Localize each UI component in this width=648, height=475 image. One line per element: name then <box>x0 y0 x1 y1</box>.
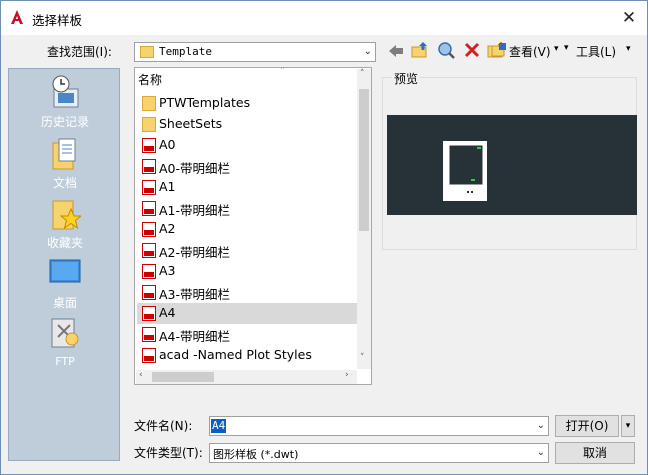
view-menu[interactable]: 查看(V) <box>509 43 551 60</box>
filename-input[interactable]: A4 <box>211 419 227 433</box>
file-name: A4-带明细栏 <box>159 329 231 344</box>
dwt-file-icon <box>142 348 156 363</box>
list-item[interactable]: A3-带明细栏 <box>137 282 357 303</box>
dwt-file-icon <box>142 243 156 258</box>
chevron-down-icon[interactable]: ⌄ <box>537 447 545 458</box>
dwt-file-icon <box>142 222 156 237</box>
filetype-combo[interactable]: 图形样板 (*.dwt) ⌄ <box>209 443 549 463</box>
file-name: A0 <box>159 137 176 152</box>
history-icon <box>52 75 79 108</box>
folder-icon <box>142 117 156 132</box>
search-web-icon[interactable] <box>437 41 455 59</box>
list-item[interactable]: A1-带明细栏 <box>137 198 357 219</box>
place-label: 文档 <box>52 176 77 190</box>
documents-icon <box>52 138 76 170</box>
file-name: A3 <box>159 263 176 278</box>
list-item[interactable]: acad -Named Plot Styles <box>137 345 357 366</box>
up-folder-icon[interactable] <box>411 41 429 59</box>
dwt-file-icon <box>142 306 156 321</box>
dwt-file-icon <box>142 264 156 279</box>
open-options-button[interactable]: ▾ <box>621 415 635 437</box>
view-menu-icon[interactable] <box>491 42 507 58</box>
place-label: 收藏夹 <box>46 236 83 250</box>
file-name: A2-带明细栏 <box>159 245 231 260</box>
folder-icon <box>140 46 154 58</box>
chevron-down-icon: ⌄ <box>363 46 372 57</box>
open-button[interactable]: 打开(O) <box>555 415 619 437</box>
autocad-logo-icon <box>11 10 23 24</box>
file-name: A1 <box>159 179 176 194</box>
dwt-file-icon <box>142 180 156 195</box>
tools-more-arrow-icon[interactable]: ▾ <box>626 44 631 54</box>
window-title: 选择样板 <box>32 13 83 28</box>
list-item[interactable]: A2 <box>137 219 357 240</box>
dwt-file-icon <box>142 138 156 153</box>
filename-combo[interactable]: A4 ⌄ <box>209 416 549 436</box>
view-dropdown-arrow-icon[interactable]: ▾ <box>554 44 559 54</box>
folder-icon <box>142 96 156 111</box>
template-thumbnail <box>443 141 487 201</box>
list-item[interactable]: A1 <box>137 177 357 198</box>
vertical-scroll-thumb[interactable] <box>359 89 369 231</box>
filename-label: 文件名(N): <box>134 419 193 433</box>
list-item[interactable]: A3 <box>137 261 357 282</box>
back-arrow-icon[interactable] <box>387 42 405 60</box>
list-item[interactable]: SheetSets <box>137 114 357 135</box>
filetype-label: 文件类型(T): <box>134 446 203 460</box>
title-bar: 选择样板 ✕ <box>1 1 647 35</box>
tools-dropdown-arrow-icon[interactable]: ▾ <box>564 43 569 53</box>
file-list[interactable]: 名称 ˄ PTWTemplates SheetSets A0 A0-带明细栏 A… <box>134 67 372 385</box>
sort-up-icon: ˄ <box>280 67 285 77</box>
lookin-combo[interactable]: Template ⌄ <box>134 42 376 62</box>
place-label: 历史记录 <box>40 115 89 129</box>
desktop-icon <box>49 259 81 283</box>
horizontal-scrollbar[interactable]: ‹ › <box>136 370 357 384</box>
preview-image <box>387 115 637 215</box>
vertical-scrollbar[interactable]: ˄ ˅ <box>357 69 371 369</box>
file-name: A3-带明细栏 <box>159 287 231 302</box>
favorites-icon <box>52 200 81 230</box>
list-item[interactable]: A4-带明细栏 <box>137 324 357 345</box>
file-name: A2 <box>159 221 176 236</box>
list-item[interactable]: PTWTemplates <box>137 93 357 114</box>
delete-icon[interactable] <box>463 41 481 59</box>
scroll-left-arrow-icon[interactable]: ‹ <box>139 370 143 380</box>
file-name: A4 <box>159 305 176 320</box>
list-item[interactable]: A2-带明细栏 <box>137 240 357 261</box>
scroll-down-arrow-icon[interactable]: ˅ <box>360 353 365 363</box>
place-label: FTP <box>55 355 75 368</box>
file-name: SheetSets <box>159 116 223 131</box>
close-button[interactable]: ✕ <box>615 4 643 32</box>
file-name: PTWTemplates <box>159 95 251 110</box>
horizontal-scroll-thumb[interactable] <box>152 372 214 382</box>
lookin-value: Template <box>159 45 212 58</box>
list-item[interactable]: A0 <box>137 135 357 156</box>
places-bar: 历史记录 文档 收藏夹 桌面 FTP <box>8 68 120 461</box>
file-name: A0-带明细栏 <box>159 161 231 176</box>
chevron-down-icon[interactable]: ⌄ <box>537 420 545 431</box>
file-name: A1-带明细栏 <box>159 203 231 218</box>
column-header-name[interactable]: 名称 <box>138 71 162 88</box>
filetype-value: 图形样板 (*.dwt) <box>213 448 299 461</box>
list-item[interactable]: A0-带明细栏 <box>137 156 357 177</box>
ftp-icon <box>51 318 79 348</box>
cancel-button[interactable]: 取消 <box>555 442 635 464</box>
scroll-up-arrow-icon[interactable]: ˄ <box>360 69 365 79</box>
dwt-file-icon <box>142 201 156 216</box>
lookin-label: 查找范围(I): <box>47 45 112 59</box>
file-name: acad -Named Plot Styles <box>159 347 312 362</box>
list-item-selected[interactable]: A4 <box>137 303 357 324</box>
preview-label: 预览 <box>392 70 421 87</box>
dwt-file-icon <box>142 327 156 342</box>
scroll-right-arrow-icon[interactable]: › <box>345 370 349 380</box>
tools-menu[interactable]: 工具(L) <box>576 43 616 60</box>
place-label: 桌面 <box>52 296 77 310</box>
dwt-file-icon <box>142 285 156 300</box>
dwt-file-icon <box>142 159 156 174</box>
select-template-dialog: 选择样板 ✕ 查找范围(I): Template ⌄ 查看(V) ▾ ▾ 工具(… <box>0 0 648 475</box>
